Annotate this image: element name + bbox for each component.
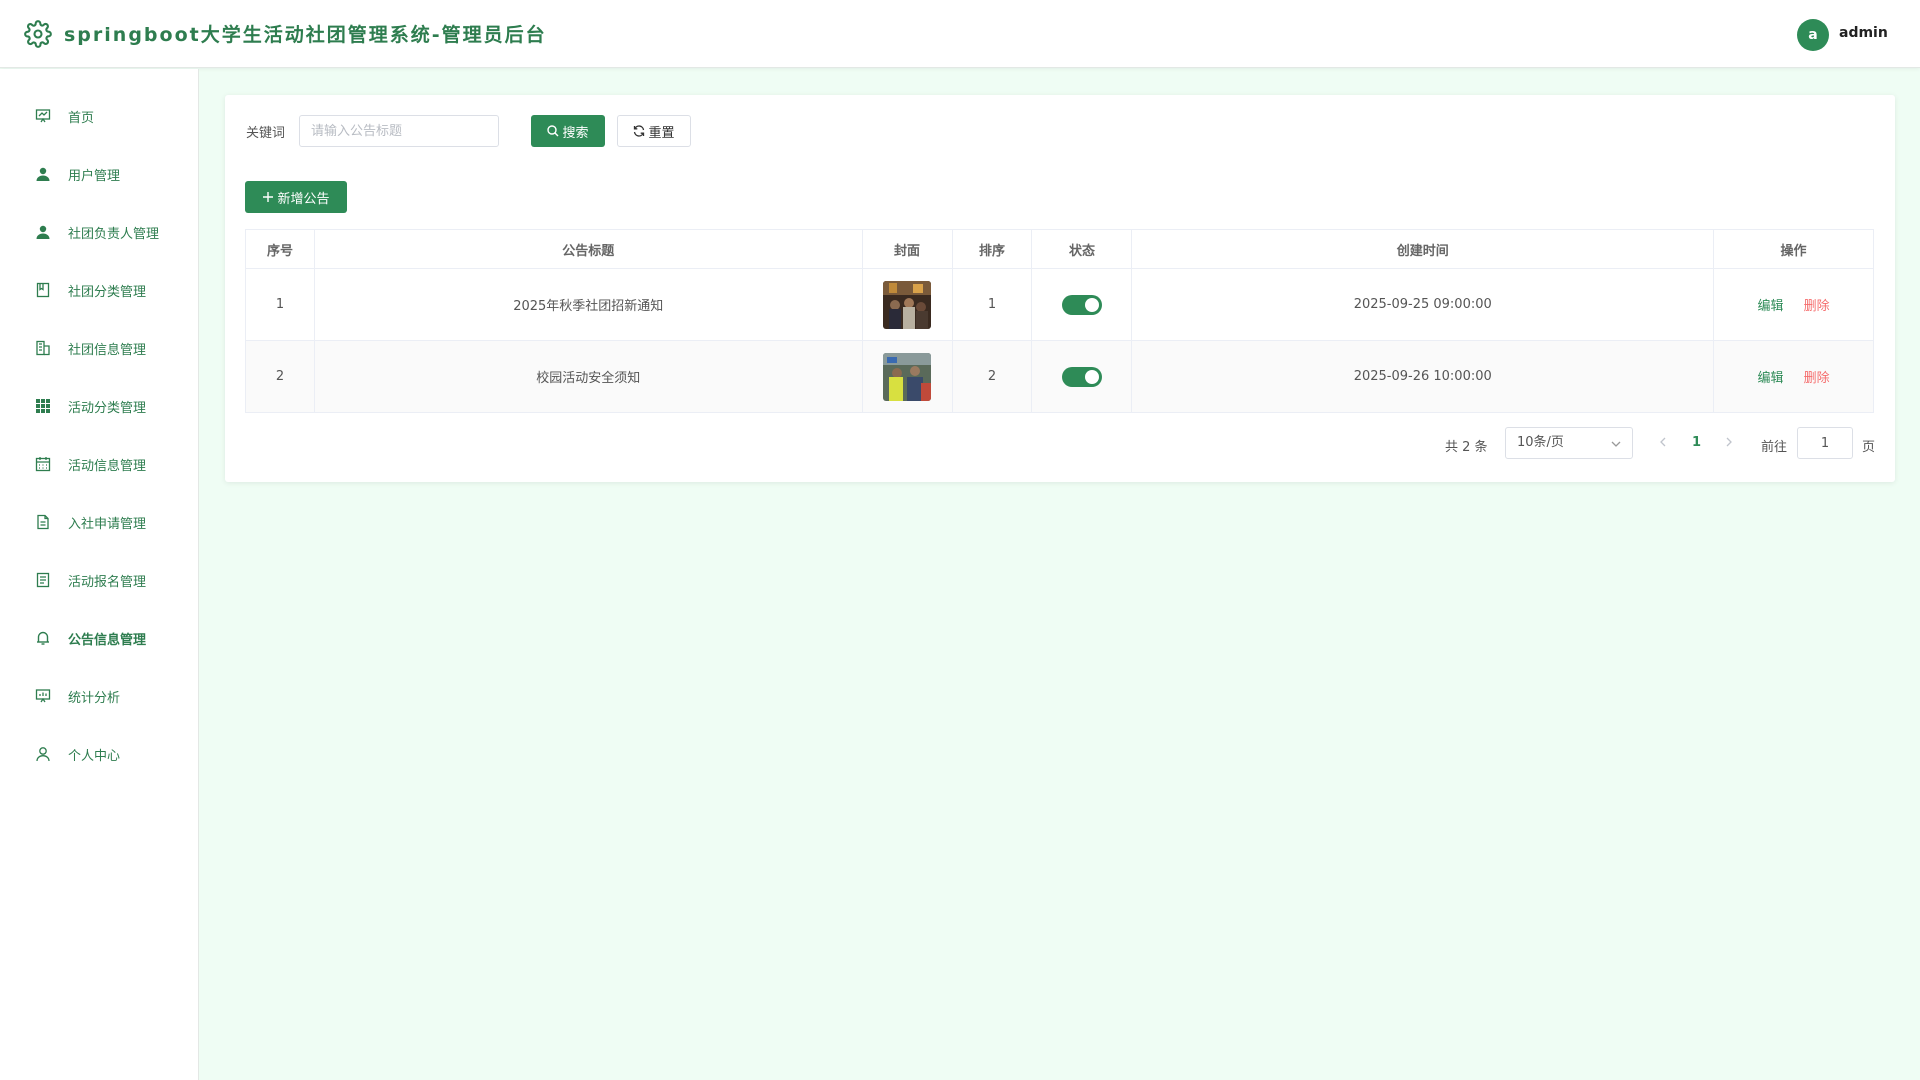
sidebar-item-label: 社团分类管理 <box>68 285 147 300</box>
edit-link[interactable]: 编辑 <box>1757 299 1783 314</box>
user-solid-icon <box>36 225 50 239</box>
bell-icon <box>37 631 49 645</box>
row-cover <box>861 340 953 413</box>
search-icon <box>547 125 559 137</box>
sidebar-item-label: 活动信息管理 <box>68 459 147 474</box>
cover-image[interactable] <box>883 280 932 329</box>
sidebar-item-club-categories[interactable]: 社团分类管理 <box>0 270 199 310</box>
presentation-chart-icon <box>35 109 51 123</box>
plus-icon <box>263 192 274 202</box>
row-status <box>1031 268 1133 341</box>
row-created: 2025-09-25 09:00:00 <box>1131 268 1715 341</box>
current-page[interactable]: 1 <box>1692 435 1701 450</box>
search-button[interactable]: 搜索 <box>531 115 605 147</box>
row-created: 2025-09-26 10:00:00 <box>1131 340 1715 413</box>
search-button-label: 搜索 <box>562 125 589 141</box>
sidebar-item-profile[interactable]: 个人中心 <box>0 734 199 774</box>
sidebar-item-activity-info[interactable]: 活动信息管理 <box>0 444 199 484</box>
pagination-total: 共 2 条 <box>1445 440 1488 455</box>
notebook-icon <box>36 282 50 298</box>
sidebar-item-label: 统计分析 <box>68 691 121 706</box>
add-button-label: 新增公告 <box>277 191 330 207</box>
sidebar-item-activity-signups[interactable]: 活动报名管理 <box>0 560 199 600</box>
row-title: 2025年秋季社团招新通知 <box>313 268 863 341</box>
goto-label: 前往 <box>1761 440 1788 455</box>
column-header: 公告标题 <box>313 229 863 269</box>
sidebar: 首页 用户管理 社团负责人管理 社团分类管理 社团信息管理 活动分类管理 活动信… <box>0 69 199 1080</box>
sidebar-item-statistics[interactable]: 统计分析 <box>0 676 199 716</box>
sidebar-item-activity-categories[interactable]: 活动分类管理 <box>0 386 199 426</box>
sidebar-item-home[interactable]: 首页 <box>0 96 199 136</box>
sidebar-item-label: 用户管理 <box>68 169 121 184</box>
office-building-icon <box>36 340 50 356</box>
sidebar-item-label: 活动报名管理 <box>68 575 147 590</box>
row-cover <box>861 268 953 341</box>
column-header: 操作 <box>1713 229 1874 269</box>
search-input[interactable] <box>299 115 499 147</box>
delete-link[interactable]: 删除 <box>1804 299 1830 314</box>
app-title: springboot大学生活动社团管理系统-管理员后台 <box>64 24 547 46</box>
content-card: 关键词 搜索 重置 新增公告 序号 公告标题 封面 排序 状态 创建时间 操作 … <box>225 95 1895 482</box>
reset-button[interactable]: 重置 <box>617 115 691 147</box>
column-header: 创建时间 <box>1131 229 1715 269</box>
column-header: 状态 <box>1031 229 1133 269</box>
delete-link[interactable]: 删除 <box>1804 371 1830 386</box>
column-header: 序号 <box>245 229 315 269</box>
sidebar-item-label: 活动分类管理 <box>68 401 147 416</box>
page-suffix: 页 <box>1862 440 1876 455</box>
refresh-icon <box>634 125 645 137</box>
sidebar-item-join-applications[interactable]: 入社申请管理 <box>0 502 199 542</box>
username[interactable]: admin <box>1839 25 1888 41</box>
sidebar-item-label: 入社申请管理 <box>68 517 147 532</box>
table-row: 2 校园活动安全须知 2 2025-09-26 10:00:00 编辑 删除 <box>245 340 1874 413</box>
announcements-table: 序号 公告标题 封面 排序 状态 创建时间 操作 1 2025年秋季社团招新通知 <box>245 229 1874 413</box>
cover-image[interactable] <box>883 352 932 401</box>
row-index: 2 <box>245 340 315 413</box>
row-sort: 1 <box>951 268 1033 341</box>
sidebar-item-announcements[interactable]: 公告信息管理 <box>0 618 199 658</box>
user-solid-icon <box>36 167 50 181</box>
chevron-left-icon[interactable] <box>1657 435 1669 449</box>
sidebar-item-club-leaders[interactable]: 社团负责人管理 <box>0 212 199 252</box>
reset-button-label: 重置 <box>648 125 675 141</box>
status-toggle[interactable] <box>1061 366 1102 387</box>
sidebar-item-label: 公告信息管理 <box>68 633 147 648</box>
top-header: springboot大学生活动社团管理系统-管理员后台 a admin <box>0 0 1920 68</box>
sidebar-item-club-info[interactable]: 社团信息管理 <box>0 328 199 368</box>
edit-link[interactable]: 编辑 <box>1757 371 1783 386</box>
sidebar-item-label: 个人中心 <box>68 749 121 764</box>
data-board-icon <box>35 689 51 703</box>
tickets-icon <box>36 572 50 588</box>
sidebar-item-label: 社团负责人管理 <box>68 227 160 242</box>
sidebar-item-users[interactable]: 用户管理 <box>0 154 199 194</box>
sidebar-item-label: 社团信息管理 <box>68 343 147 358</box>
page-size-select[interactable]: 10条/页 <box>1505 427 1633 459</box>
user-outline-icon <box>36 747 50 762</box>
row-title: 校园活动安全须知 <box>313 340 863 413</box>
keyword-label: 关键词 <box>246 126 286 141</box>
gear-icon <box>24 20 52 48</box>
chevron-right-icon[interactable] <box>1723 435 1735 449</box>
table-header-row: 序号 公告标题 封面 排序 状态 创建时间 操作 <box>245 229 1874 269</box>
chevron-down-icon <box>1611 441 1621 447</box>
document-icon <box>37 514 49 530</box>
row-index: 1 <box>245 268 315 341</box>
row-sort: 2 <box>951 340 1033 413</box>
row-actions: 编辑 删除 <box>1713 340 1874 413</box>
add-announcement-button[interactable]: 新增公告 <box>245 181 347 213</box>
goto-page-input[interactable] <box>1797 427 1853 459</box>
row-status <box>1031 340 1133 413</box>
page-size-value: 10条/页 <box>1517 435 1564 450</box>
column-header: 排序 <box>951 229 1033 269</box>
grid-icon <box>36 399 50 413</box>
table-row: 1 2025年秋季社团招新通知 1 2025-09-25 09:00:00 编辑… <box>245 268 1874 341</box>
calendar-icon <box>35 457 51 472</box>
sidebar-item-label: 首页 <box>68 111 95 126</box>
status-toggle[interactable] <box>1061 294 1102 315</box>
row-actions: 编辑 删除 <box>1713 268 1874 341</box>
avatar[interactable]: a <box>1797 19 1829 51</box>
column-header: 封面 <box>861 229 953 269</box>
